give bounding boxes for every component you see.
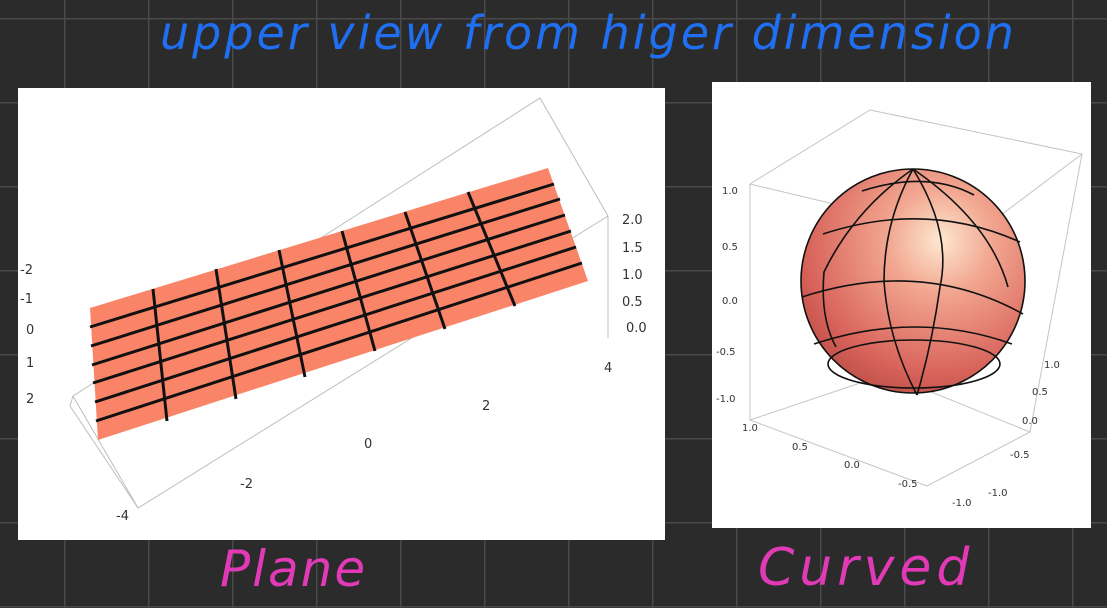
plane-x-tick-label: -4 — [116, 509, 129, 524]
heading-annotation: upper view from higer dimension — [160, 6, 1017, 60]
plane-z-tick-label: 0.0 — [626, 321, 647, 336]
plane-plot-svg: -4 -2 0 2 4 -2 -1 0 1 2 2.0 1.5 1.0 0.5 … — [20, 97, 647, 524]
sphere-z-tick-label: -1.0 — [716, 394, 736, 405]
sphere-y-tick-label: 1.0 — [1044, 360, 1060, 371]
sphere-z-tick-label: 0.5 — [722, 242, 738, 253]
plane-plot-panel: -4 -2 0 2 4 -2 -1 0 1 2 2.0 1.5 1.0 0.5 … — [18, 88, 665, 540]
sphere-plot-svg: 1.0 0.5 0.0 -0.5 -1.0 1.0 0.5 0.0 -0.5 -… — [716, 109, 1084, 509]
sphere-z-axis: 1.0 0.5 0.0 -0.5 -1.0 — [716, 186, 738, 405]
plane-z-tick-label: 0.5 — [622, 295, 643, 310]
sphere-x-tick-label: -1.0 — [952, 498, 972, 509]
plane-x-tick-label: 2 — [482, 399, 490, 414]
sphere-z-tick-label: -0.5 — [716, 347, 736, 358]
sphere-z-tick-label: 1.0 — [722, 186, 738, 197]
plane-z-axis: 2.0 1.5 1.0 0.5 0.0 — [622, 213, 647, 336]
plane-y-axis: -2 -1 0 1 2 — [20, 263, 34, 407]
plane-x-tick-label: 4 — [604, 361, 612, 376]
plane-y-tick-label: 0 — [26, 323, 34, 338]
plane-y-tick-label: -1 — [20, 292, 33, 307]
plane-caption: Plane — [220, 540, 368, 598]
sphere-x-axis: 1.0 0.5 0.0 -0.5 -1.0 — [742, 423, 972, 509]
plane-z-tick-label: 1.0 — [622, 268, 643, 283]
sphere-x-tick-label: 1.0 — [742, 423, 758, 434]
plane-y-tick-label: -2 — [20, 263, 33, 278]
plane-x-tick-label: 0 — [364, 437, 372, 452]
plane-z-tick-label: 2.0 — [622, 213, 643, 228]
sphere-x-tick-label: 0.0 — [844, 460, 860, 471]
curved-caption: Curved — [758, 538, 975, 598]
plane-z-tick-label: 1.5 — [622, 241, 643, 256]
sphere-z-tick-label: 0.0 — [722, 296, 738, 307]
sphere-y-tick-label: -0.5 — [1010, 450, 1030, 461]
sphere-y-tick-label: 0.0 — [1022, 416, 1038, 427]
sphere-x-tick-label: 0.5 — [792, 442, 808, 453]
plane-y-tick-label: 2 — [26, 392, 34, 407]
plane-y-tick-label: 1 — [26, 356, 34, 371]
sphere-x-tick-label: -0.5 — [898, 479, 918, 490]
sphere-y-tick-label: 0.5 — [1032, 387, 1048, 398]
plane-x-tick-label: -2 — [240, 477, 253, 492]
sphere-y-tick-label: -1.0 — [988, 488, 1008, 499]
sphere-plot-panel: 1.0 0.5 0.0 -0.5 -1.0 1.0 0.5 0.0 -0.5 -… — [712, 82, 1091, 528]
